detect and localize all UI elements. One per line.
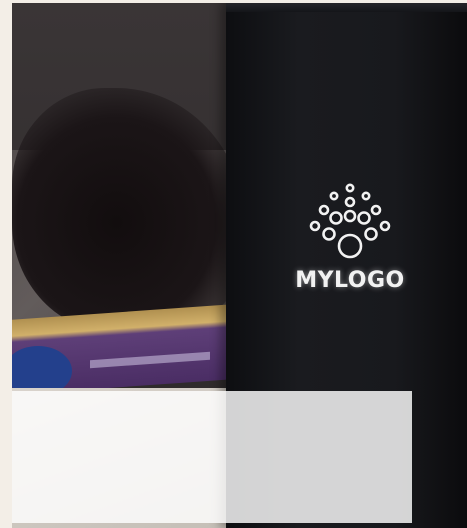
logo-dots-icon bbox=[309, 183, 391, 259]
white-overlay-panel bbox=[12, 391, 412, 523]
top-border bbox=[0, 0, 467, 3]
left-border bbox=[0, 0, 12, 528]
product-photo: MYLOGO bbox=[0, 0, 467, 528]
logo-text: MYLOGO bbox=[295, 268, 405, 293]
logo: MYLOGO bbox=[288, 182, 412, 302]
